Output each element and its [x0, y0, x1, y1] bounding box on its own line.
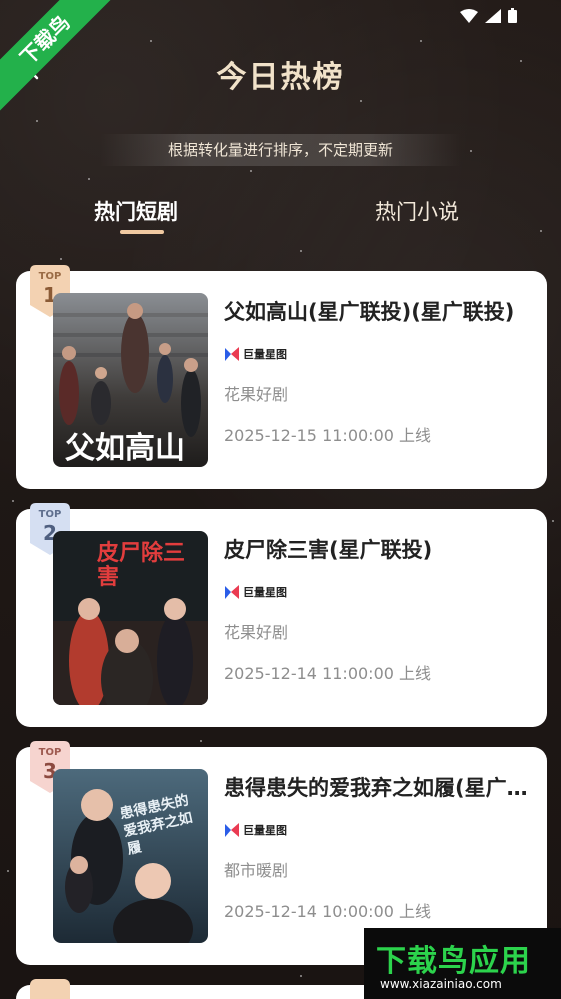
genre-label: 都市暖剧: [224, 861, 289, 880]
release-date: 2025-12-14 11:00:00 上线: [224, 664, 432, 683]
brand-name: 巨量星图: [243, 586, 287, 599]
ranking-card[interactable]: TOP 1 父如高山 父如高山(星广联投)(星广联投) 巨量星图 花果好剧 20…: [16, 265, 547, 489]
battery-icon: [508, 8, 517, 23]
drama-poster[interactable]: 患得患失的爱我弃之如履: [53, 769, 208, 943]
xingtu-logo-icon: [225, 823, 239, 837]
ranking-card[interactable]: TOP 2 皮尸除三害 皮尸除三害(星广联投) 巨量星图 花果好剧 2025-1…: [16, 503, 547, 727]
watermark-title: 下载鸟应用: [376, 944, 531, 979]
item-info: 患得患失的爱我弃之如履(星广联投) 巨量星图 都市暖剧 2025-12-14 1…: [224, 773, 534, 923]
brand-name: 巨量星图: [243, 348, 287, 361]
tab-hot-short-drama[interactable]: 热门短剧: [94, 196, 178, 226]
wifi-icon: [460, 8, 478, 23]
platform-brand: 巨量星图: [224, 582, 534, 602]
tab-hot-novel[interactable]: 热门小说: [375, 196, 459, 226]
release-date: 2025-12-15 11:00:00 上线: [224, 426, 432, 445]
platform-brand: 巨量星图: [224, 820, 534, 840]
page-subtitle: 根据转化量进行排序，不定期更新: [100, 134, 461, 166]
active-tab-underline: [120, 230, 164, 234]
release-date: 2025-12-14 10:00:00 上线: [224, 902, 432, 921]
signal-icon: [485, 8, 501, 23]
brand-name: 巨量星图: [243, 824, 287, 837]
item-info: 父如高山(星广联投)(星广联投) 巨量星图 花果好剧 2025-12-15 11…: [224, 297, 534, 447]
genre-label: 花果好剧: [224, 385, 289, 404]
drama-poster[interactable]: 父如高山: [53, 293, 208, 467]
drama-title[interactable]: 皮尸除三害(星广联投): [224, 535, 534, 565]
tab-bar: 热门短剧 热门小说: [0, 196, 561, 246]
drama-poster[interactable]: 皮尸除三害: [53, 531, 208, 705]
drama-title[interactable]: 父如高山(星广联投)(星广联投): [224, 297, 534, 327]
poster-title-text: 父如高山: [65, 431, 185, 466]
site-watermark: 下载鸟应用 www.xiazainiao.com: [364, 928, 561, 999]
xingtu-logo-icon: [225, 585, 239, 599]
rank-top-label: TOP: [38, 747, 62, 758]
platform-brand: 巨量星图: [224, 344, 534, 364]
item-info: 皮尸除三害(星广联投) 巨量星图 花果好剧 2025-12-14 11:00:0…: [224, 535, 534, 685]
genre-label: 花果好剧: [224, 623, 289, 642]
rank-badge: [30, 979, 70, 999]
xingtu-logo-icon: [225, 347, 239, 361]
page-title: 今日热榜: [216, 60, 345, 95]
watermark-url: www.xiazainiao.com: [380, 977, 502, 991]
rank-top-label: TOP: [38, 509, 62, 520]
drama-title[interactable]: 患得患失的爱我弃之如履(星广联投): [224, 773, 534, 803]
poster-title-text: 皮尸除三害: [97, 540, 186, 590]
status-bar-icons: [460, 8, 517, 23]
rank-top-label: TOP: [38, 271, 62, 282]
